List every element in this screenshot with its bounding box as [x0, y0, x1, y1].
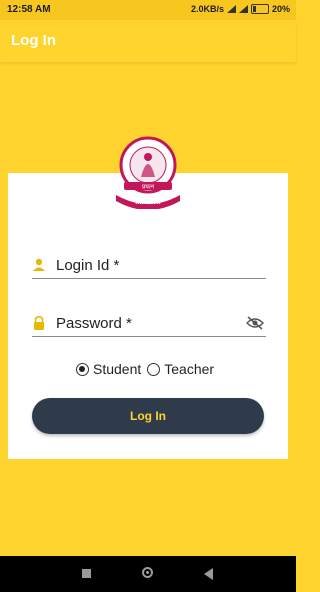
signal-icon [226, 5, 236, 13]
status-bar: 12:58 AM 2.0KB/s 20% [0, 0, 296, 20]
battery-percent: 20% [271, 4, 290, 14]
status-time: 12:58 AM [7, 4, 51, 15]
network-speed: 2.0KB/s [190, 4, 224, 14]
login-id-label: Login Id * [56, 257, 120, 274]
password-label: Password * [56, 315, 132, 332]
msk-logo: प्रयत्न M. S. K. [116, 136, 180, 209]
status-icons: 2.0KB/s 20% [191, 4, 290, 14]
home-icon[interactable] [142, 567, 153, 578]
recents-icon[interactable] [82, 569, 91, 578]
student-radio[interactable] [76, 362, 89, 376]
login-button[interactable]: Log In [32, 398, 264, 434]
signal-icon-2 [238, 5, 248, 13]
back-icon[interactable] [204, 568, 213, 580]
student-label: Student [93, 361, 142, 377]
navigation-bar [0, 556, 296, 592]
user-icon [33, 258, 45, 271]
teacher-radio[interactable] [147, 362, 161, 376]
password-field[interactable]: Password * [32, 314, 266, 337]
logo-letters: M. S. K. [135, 199, 160, 206]
role-student[interactable]: Student [76, 361, 141, 377]
page-title: Log In [11, 32, 56, 49]
role-selector: Student Teacher [76, 361, 220, 377]
battery-icon [250, 4, 269, 14]
lock-icon [34, 316, 44, 330]
login-id-field[interactable]: Login Id * [32, 256, 266, 279]
logo-ribbon-text: प्रयत्न [142, 184, 155, 191]
app-bar: Log In [0, 20, 296, 62]
role-teacher[interactable]: Teacher [147, 361, 214, 377]
visibility-off-icon[interactable] [246, 316, 264, 330]
teacher-label: Teacher [164, 361, 215, 377]
